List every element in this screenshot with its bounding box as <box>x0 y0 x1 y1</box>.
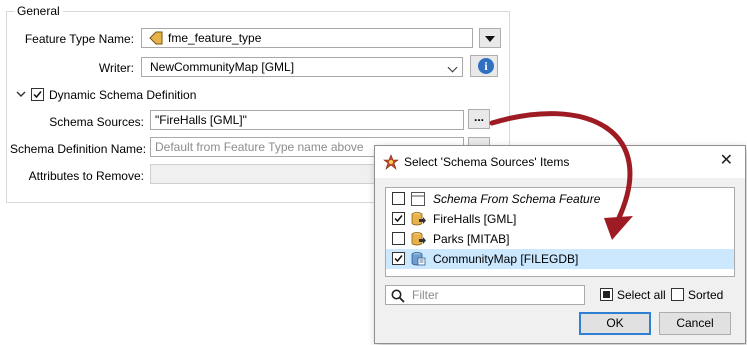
list-item-label: FireHalls [GML] <box>433 212 517 226</box>
feature-type-icon <box>149 31 163 45</box>
dialog-title: Select 'Schema Sources' Items <box>404 155 570 169</box>
cancel-button[interactable]: Cancel <box>659 312 731 335</box>
list-item[interactable]: CommunityMap [FILEGDB] <box>386 249 734 269</box>
gml-dataset-icon <box>411 212 426 226</box>
feature-type-name-value: fme_feature_type <box>168 31 262 45</box>
fme-logo-icon <box>383 154 399 170</box>
general-legend: General <box>14 4 63 18</box>
attributes-remove-label: Attributes to Remove: <box>28 169 144 183</box>
search-icon <box>391 289 405 303</box>
schema-sources-field[interactable]: "FireHalls [GML]" <box>150 110 464 130</box>
writer-value: NewCommunityMap [GML] <box>150 60 295 74</box>
list-item[interactable]: FireHalls [GML] <box>386 209 734 229</box>
feature-type-name-label: Feature Type Name: <box>24 32 134 46</box>
chevron-down-icon <box>447 62 458 73</box>
schema-sources-list: Schema From Schema Feature FireHalls [GM… <box>385 187 735 277</box>
list-item-checkbox[interactable] <box>392 252 405 265</box>
writer-info-button[interactable]: i <box>470 55 498 77</box>
writer-combobox[interactable]: NewCommunityMap [GML] <box>141 57 463 77</box>
feature-type-dropdown-button[interactable] <box>479 28 501 48</box>
select-all-checkbox[interactable] <box>600 288 613 301</box>
list-item-checkbox[interactable] <box>392 232 405 245</box>
close-icon[interactable]: ✕ <box>720 153 733 169</box>
filegdb-dataset-icon <box>411 252 426 266</box>
checkmark-icon <box>394 255 403 263</box>
schema-def-name-placeholder: Default from Feature Type name above <box>155 140 364 154</box>
feature-type-name-field[interactable]: fme_feature_type <box>141 28 473 48</box>
dialog-titlebar: Select 'Schema Sources' Items ✕ <box>375 146 745 178</box>
dynamic-schema-checkbox[interactable] <box>31 88 44 101</box>
collapse-chevron-icon[interactable] <box>16 89 26 99</box>
filter-input[interactable]: Filter <box>385 285 585 305</box>
triangle-down-icon <box>485 36 495 42</box>
checkmark-icon <box>33 91 42 99</box>
schema-sources-value: "FireHalls [GML]" <box>155 113 247 127</box>
ok-button[interactable]: OK <box>579 312 651 335</box>
schema-def-name-label: Schema Definition Name: <box>10 142 147 156</box>
filter-placeholder: Filter <box>412 288 439 302</box>
checkmark-icon <box>394 215 403 223</box>
list-item-label: Parks [MITAB] <box>433 232 510 246</box>
schema-sources-label: Schema Sources: <box>49 115 144 129</box>
mitab-dataset-icon <box>411 232 426 246</box>
list-item-checkbox[interactable] <box>392 192 405 205</box>
list-item[interactable]: Parks [MITAB] <box>386 229 734 249</box>
partial-check-icon <box>603 291 610 298</box>
list-item-label: CommunityMap [FILEGDB] <box>433 252 579 266</box>
sorted-checkbox[interactable] <box>671 288 684 301</box>
blank-schema-icon <box>411 192 425 206</box>
sorted-label: Sorted <box>688 288 724 302</box>
schema-sources-browse-button[interactable]: ... <box>468 109 490 129</box>
select-all-label: Select all <box>617 288 666 302</box>
list-item-label: Schema From Schema Feature <box>433 192 601 206</box>
list-item-checkbox[interactable] <box>392 212 405 225</box>
writer-label: Writer: <box>98 61 134 75</box>
select-schema-sources-dialog: Select 'Schema Sources' Items ✕ Schema F… <box>374 145 746 344</box>
dynamic-schema-label: Dynamic Schema Definition <box>49 88 197 102</box>
list-item[interactable]: Schema From Schema Feature <box>386 189 734 209</box>
info-icon: i <box>478 58 494 74</box>
